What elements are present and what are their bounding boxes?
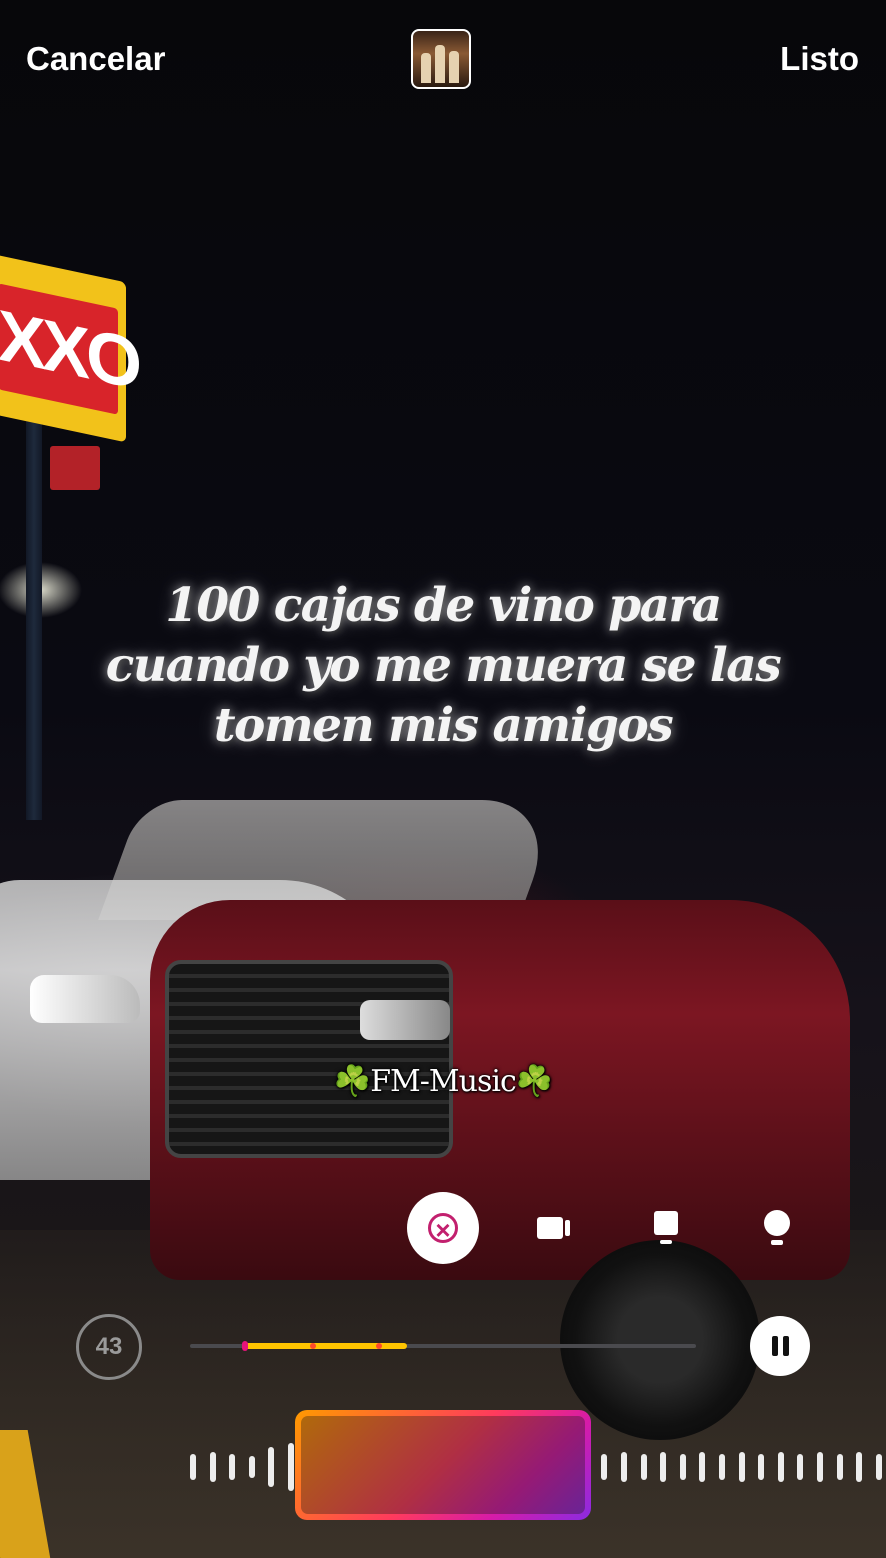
lyric-line: 100 cajas de vino para [165, 578, 722, 633]
cancel-button[interactable]: Cancelar [26, 40, 165, 78]
waveform-bar [621, 1452, 628, 1482]
progress-track[interactable] [190, 1341, 696, 1351]
card-icon [654, 1211, 678, 1245]
waveform-bar [679, 1454, 686, 1480]
lyric-marker [310, 1343, 316, 1349]
waveform-bar [229, 1454, 236, 1480]
waveform-bar [248, 1456, 255, 1478]
waveform-bar [856, 1452, 863, 1482]
waveform-bar [268, 1447, 275, 1487]
remove-lyrics-button[interactable]: × [407, 1192, 479, 1264]
done-button[interactable]: Listo [780, 40, 859, 78]
white-truck-headlight [30, 975, 140, 1023]
bulb-icon [764, 1210, 790, 1246]
waveform-bar [875, 1454, 882, 1480]
red-truck-wheel [560, 1240, 760, 1440]
waveform-bar [738, 1452, 745, 1482]
waveform-bar [640, 1454, 647, 1480]
video-camera-icon [537, 1217, 571, 1239]
waveform-bar [719, 1454, 726, 1480]
lyrics-text[interactable]: 100 cajas de vino para cuando yo me muer… [80, 576, 806, 756]
red-truck-headlight [360, 1000, 450, 1040]
lyric-marker [376, 1343, 382, 1349]
store-sub-sign [50, 446, 100, 490]
light-pole [26, 400, 42, 820]
waveform-bar [758, 1454, 765, 1480]
store-sign: XXO [0, 253, 138, 443]
waveform-bar [817, 1452, 823, 1482]
card-style-button[interactable] [630, 1192, 702, 1264]
bulb-style-button[interactable] [741, 1192, 813, 1264]
album-art-thumbnail [411, 29, 471, 89]
waveform-bar [190, 1454, 196, 1480]
waveform-bar [699, 1452, 706, 1482]
watermark-text: ☘️FM-Music☘️ [333, 1064, 553, 1099]
lyric-line: tomen mis amigos [213, 698, 674, 753]
waveform-bar [287, 1443, 294, 1491]
video-style-button[interactable] [518, 1192, 590, 1264]
lyric-line: cuando yo me muera se las [105, 638, 782, 693]
clip-duration-button[interactable]: 43 [76, 1314, 142, 1380]
remove-lyrics-icon: × [428, 1213, 458, 1244]
progress-start-marker [242, 1341, 248, 1351]
waveform-bar [660, 1452, 667, 1482]
pause-button[interactable] [750, 1316, 810, 1376]
waveform-bar [601, 1454, 608, 1480]
waveform-bar [777, 1452, 784, 1482]
clip-selection-window[interactable] [295, 1410, 591, 1520]
waveform-bar [797, 1454, 804, 1480]
pause-icon [771, 1336, 778, 1356]
red-truck-grille [165, 960, 453, 1158]
waveform-bar [836, 1454, 843, 1480]
waveform-bar [209, 1452, 216, 1482]
progress-fill [245, 1343, 407, 1349]
